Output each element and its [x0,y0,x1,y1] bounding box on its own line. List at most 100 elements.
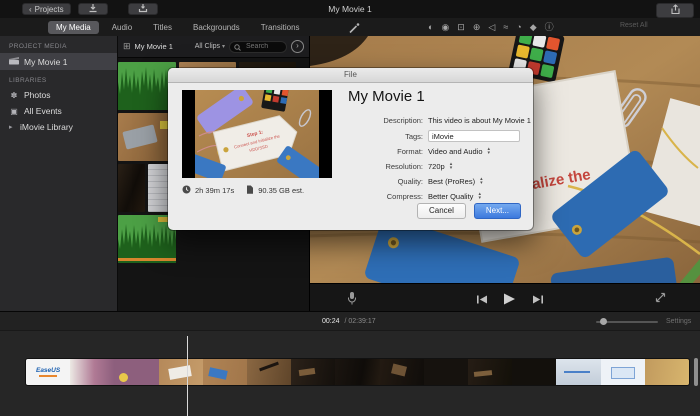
tab-transitions[interactable]: Transitions [253,21,308,34]
timeline-frame[interactable] [601,359,645,385]
speed-icon[interactable]: ◔ [516,20,521,34]
timeline-frame[interactable] [512,359,556,385]
timeline-frame[interactable] [203,359,247,385]
resolution-stepper[interactable]: ▴▾ [450,163,453,170]
sidebar-item-imovie-library[interactable]: ▸ iMovie Library [0,119,117,135]
chevron-down-icon: ▾ [222,44,225,50]
browser-header: ⊞ My Movie 1 All Clips ▾ › [118,36,309,58]
browser-title: My Movie 1 [135,42,173,51]
play-button[interactable] [502,292,516,310]
timeline-frame[interactable] [556,359,600,385]
reset-all-button[interactable]: Reset All [620,22,648,29]
cancel-button[interactable]: Cancel [417,203,466,219]
timeline-frame[interactable] [247,359,291,385]
all-events-icon: ▣ [9,107,19,116]
playback-controls-bar [310,283,700,311]
sidebar-item-label: All Events [24,106,62,116]
stabilization-icon[interactable]: ⊕ [473,20,481,34]
tab-my-media[interactable]: My Media [48,21,99,34]
share-button[interactable] [656,3,694,18]
info-icon[interactable]: ⓘ [545,20,554,34]
search-input[interactable] [244,42,282,51]
format-value: Video and Audio [428,147,483,156]
photos-pinwheel-icon: ✽ [9,91,19,100]
field-description: Description: This video is about My Movi… [348,115,528,126]
tab-backgrounds[interactable]: Backgrounds [185,21,248,34]
sidebar-item-label: My Movie 1 [24,57,67,67]
export-title: My Movie 1 [348,88,425,105]
effects-icon[interactable]: ◆ [530,20,537,34]
clapperboard-icon [9,56,19,67]
format-stepper[interactable]: ▴▾ [488,148,491,155]
sidebar-item-all-events[interactable]: ▣ All Events [0,103,117,119]
search-icon [234,38,241,56]
timeline-frame[interactable]: EaseUS [26,359,70,385]
browser-forward-button[interactable]: › [291,40,304,53]
timeline-frame[interactable] [70,359,114,385]
timecode-display: 00:24 / 02:39:17 [322,318,376,325]
clip-view-toggle-icon[interactable]: ⊞ [123,41,131,52]
noise-reduction-icon[interactable]: ≈ [503,20,508,34]
quality-value: Best (ProRes) [428,177,475,186]
libraries-header: LIBRARIES [9,77,117,84]
field-format: Format: Video and Audio ▴▾ [348,146,528,157]
crop-icon[interactable]: ⊡ [457,20,465,34]
timeline-scrollbar[interactable] [694,358,698,386]
timeline-frame[interactable] [424,359,468,385]
current-time: 00:24 [322,318,340,325]
timeline-frame[interactable] [380,359,424,385]
quality-stepper[interactable]: ▴▾ [480,178,483,185]
fullscreen-expand-icon[interactable] [654,291,667,309]
description-value: This video is about My Movie 1 [428,116,531,125]
field-resolution: Resolution: 720p ▴▾ [348,161,528,172]
sidebar: PROJECT MEDIA My Movie 1 LIBRARIES ✽ Pho… [0,36,118,311]
next-button[interactable]: Next... [474,203,521,219]
dialog-title: File [168,68,533,83]
timeline-frame[interactable] [114,359,158,385]
adjustment-toolbar: ◐ ◉ ⊡ ⊕ ◁ ≈ ◔ ◆ ⓘ [428,20,554,34]
sidebar-item-my-movie[interactable]: My Movie 1 [0,53,117,70]
clock-icon [182,185,191,196]
timeline-clip[interactable]: EaseUS [25,358,690,386]
timeline-frame[interactable] [468,359,512,385]
zoom-slider-thumb[interactable] [600,318,607,325]
compress-value: Better Quality [428,192,473,201]
timeline-frame[interactable] [291,359,335,385]
imovie-window: ‹ Projects My Movie 1 My Media Audio Tit… [0,0,700,416]
next-frame-button[interactable] [532,292,544,310]
color-correction-icon[interactable]: ◐ [428,20,433,34]
sidebar-item-photos[interactable]: ✽ Photos [0,87,117,103]
total-time: / 02:39:17 [344,318,375,325]
previous-frame-button[interactable] [476,292,488,310]
tab-audio[interactable]: Audio [104,21,140,34]
timeline: EaseUS [0,331,700,416]
video-clip-thumbnail[interactable] [118,164,145,212]
tags-input[interactable] [428,130,520,142]
timeline-header: 00:24 / 02:39:17 Settings [0,311,700,331]
clip-filter-dropdown[interactable]: All Clips ▾ [195,43,225,50]
voiceover-mic-icon[interactable] [346,291,358,310]
media-tabs: My Media Audio Titles Backgrounds Transi… [48,19,308,35]
window-title: My Movie 1 [0,4,700,14]
timeline-frame[interactable] [645,359,689,385]
timeline-frame[interactable] [335,359,379,385]
tab-titles[interactable]: Titles [145,21,180,34]
disclosure-triangle-icon[interactable]: ▸ [9,123,15,131]
sidebar-item-label: iMovie Library [20,122,73,132]
resolution-value: 720p [428,162,445,171]
playhead[interactable] [187,336,188,416]
timeline-zoom-slider[interactable] [596,321,658,323]
export-dialog: File Step 1: Connect and Initialize the … [168,68,533,230]
color-balance-icon[interactable]: ◉ [441,20,449,34]
field-tags: Tags: [348,130,528,142]
volume-icon[interactable]: ◁ [488,20,495,34]
timeline-settings-button[interactable]: Settings [666,318,691,325]
search-field[interactable] [229,41,287,53]
timeline-frame[interactable] [159,359,203,385]
share-icon [670,2,681,20]
export-preview-thumbnail: Step 1: Connect and Initialize the HDD/S… [182,90,332,178]
compress-stepper[interactable]: ▴▾ [478,193,481,200]
export-fields: Description: This video is about My Movi… [348,115,528,206]
file-icon [246,185,254,196]
project-media-header: PROJECT MEDIA [9,43,117,50]
